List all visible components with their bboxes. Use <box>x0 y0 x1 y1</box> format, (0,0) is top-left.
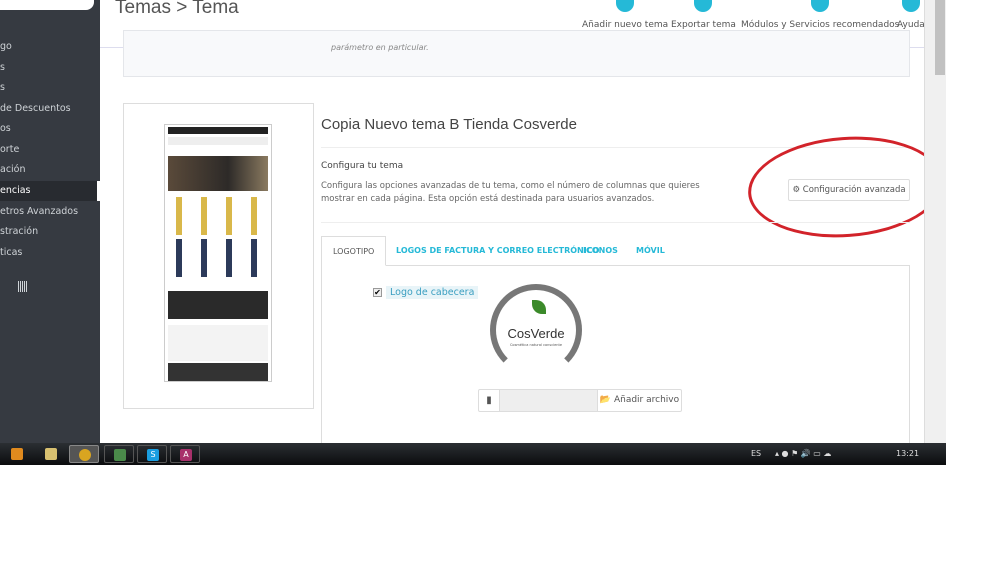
tab-icons[interactable]: ICONOS <box>583 236 618 266</box>
info-text: parámetro en particular. <box>331 43 429 52</box>
chrome-icon <box>79 449 91 461</box>
header-logo-checkbox[interactable]: ✔ <box>373 288 382 297</box>
export-theme-label: Exportar tema <box>671 20 736 30</box>
theme-title: Copia Nuevo tema B Tienda Cosverde <box>321 116 577 133</box>
taskbar-skype[interactable]: S <box>137 445 167 463</box>
scrollbar[interactable] <box>924 0 946 443</box>
taskbar: S A ES ▴ ● ⚑ 🔊 ▭ ☁ 13:21 <box>0 443 946 465</box>
export-theme-button[interactable]: Exportar tema <box>671 0 736 30</box>
sidebar-item[interactable]: os <box>0 119 100 139</box>
taskbar-app[interactable] <box>104 445 134 463</box>
theme-preview-card <box>123 103 314 409</box>
sidebar-item[interactable]: ación <box>0 160 100 180</box>
file-name-field[interactable] <box>500 390 597 411</box>
tab-invoice-email-logos[interactable]: LOGOS DE FACTURA Y CORREO ELECTRÓNICO <box>396 236 599 266</box>
sidebar-item[interactable]: de Descuentos <box>0 99 100 119</box>
configure-title: Configura tu tema <box>321 161 404 171</box>
sidebar-item[interactable]: etros Avanzados <box>0 202 100 222</box>
collapse-menu-icon[interactable] <box>18 281 27 292</box>
taskbar-explorer[interactable] <box>36 445 66 463</box>
theme-preview-image <box>164 124 272 382</box>
skype-icon: S <box>147 449 159 461</box>
plus-circle-icon <box>616 0 635 12</box>
file-upload: ▮ 📂 Añadir archivo <box>478 389 682 412</box>
logo-name: CosVerde <box>507 326 565 341</box>
folder-icon <box>45 448 57 460</box>
screen: Temas > Tema Añadir nuevo tema Exportar … <box>0 0 946 465</box>
access-icon: A <box>180 449 192 461</box>
add-theme-button[interactable]: Añadir nuevo tema <box>582 0 668 30</box>
taskbar-chrome[interactable] <box>69 445 99 463</box>
logo-tagline: Cosmética natural consciente <box>509 343 563 347</box>
sidebar-item[interactable]: stración <box>0 222 100 242</box>
tab-logotipo[interactable]: LOGOTIPO <box>321 236 387 266</box>
recommended-modules-button[interactable]: Módulos y Servicios recomendados <box>741 0 899 30</box>
configure-description: Configura las opciones avanzadas de tu t… <box>321 181 700 204</box>
search-input[interactable] <box>0 0 94 10</box>
divider <box>321 222 910 223</box>
help-button[interactable]: Ayuda <box>897 0 925 30</box>
clock[interactable]: 13:21 <box>896 449 919 458</box>
cosverde-logo: CosVerde Cosmética natural consciente <box>490 284 582 376</box>
app-icon <box>114 449 126 461</box>
file-icon: ▮ <box>479 390 500 411</box>
taskbar-access[interactable]: A <box>170 445 200 463</box>
sidebar-item[interactable]: s <box>0 58 100 78</box>
sidebar-item[interactable]: orte <box>0 140 100 160</box>
leaf-icon <box>532 300 546 314</box>
sidebar-item[interactable]: ticas <box>0 243 100 263</box>
sidebar-item[interactable]: s <box>0 78 100 98</box>
tray-icons[interactable]: ▴ ● ⚑ 🔊 ▭ ☁ <box>775 449 831 458</box>
header-logo-label: Logo de cabecera <box>386 286 479 299</box>
sidebar-item[interactable]: go <box>0 37 100 57</box>
info-box: parámetro en particular. <box>123 30 910 77</box>
media-player-icon <box>11 448 23 460</box>
help-icon <box>901 0 920 12</box>
sidebar-item-active[interactable]: encias <box>0 181 100 201</box>
add-theme-label: Añadir nuevo tema <box>582 20 669 30</box>
tabs: LOGOTIPO LOGOS DE FACTURA Y CORREO ELECT… <box>321 236 910 266</box>
puzzle-icon <box>811 0 830 12</box>
help-label: Ayuda <box>897 20 925 30</box>
page-title: Temas > Tema <box>115 0 239 18</box>
folder-open-icon: 📂 <box>599 395 612 405</box>
language-indicator[interactable]: ES <box>751 449 761 458</box>
scrollbar-thumb[interactable] <box>935 0 945 75</box>
export-icon <box>694 0 713 12</box>
add-file-label: Añadir archivo <box>613 395 680 405</box>
taskbar-media-player[interactable] <box>2 445 32 463</box>
recommended-modules-label: Módulos y Servicios recomendados <box>741 20 900 30</box>
tab-mobile[interactable]: MÓVIL <box>636 236 665 266</box>
add-file-button[interactable]: 📂 Añadir archivo <box>597 390 681 411</box>
sidebar: go s s de Descuentos os orte ación encia… <box>0 0 100 443</box>
